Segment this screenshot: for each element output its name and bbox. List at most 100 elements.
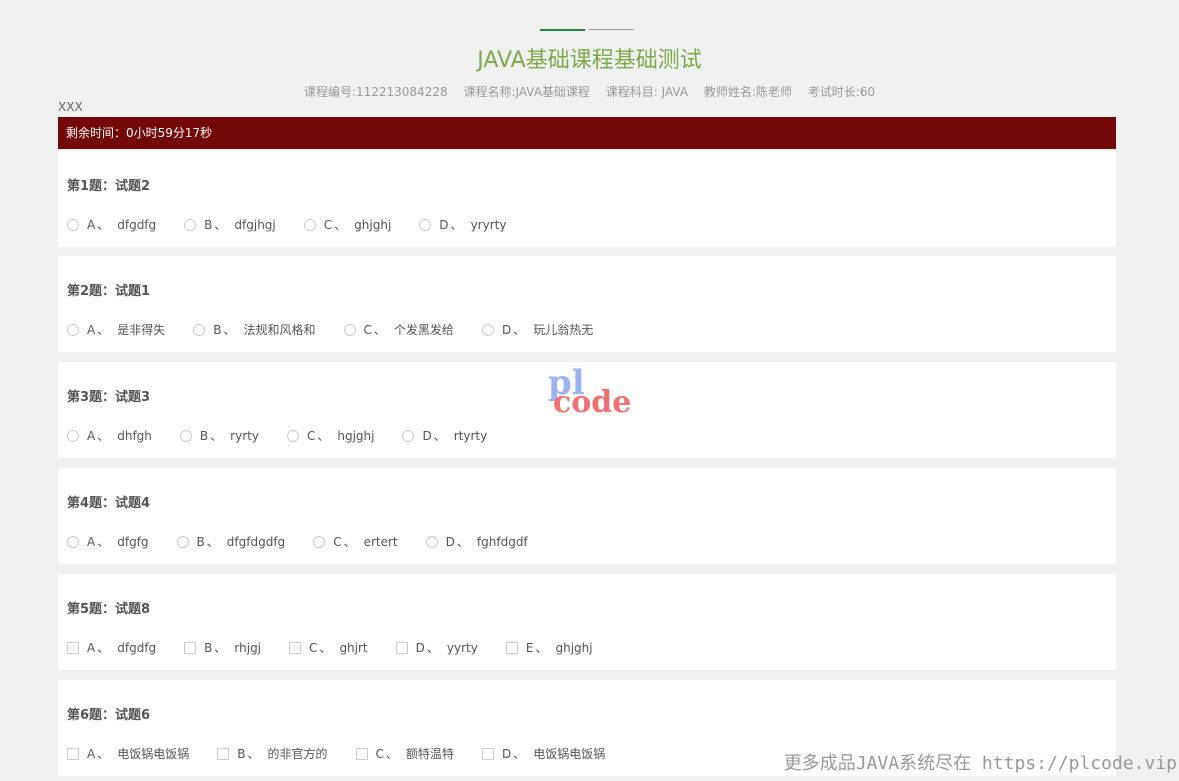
radio-button[interactable]	[313, 535, 326, 548]
option-letter: C	[306, 428, 316, 443]
option-letter: C	[363, 322, 372, 337]
checkbox[interactable]	[67, 641, 79, 654]
option-group: A、 dfgdfg B、 rhjgj C、 ghjrt D、 yyrty E、 ghjghj	[67, 639, 621, 657]
option-b[interactable]: B、的非官方的	[217, 745, 328, 762]
radio-button[interactable]	[67, 323, 79, 336]
option-separator: 、	[223, 323, 236, 337]
option-b[interactable]: B、法规和风格和	[193, 321, 316, 338]
radio-button[interactable]	[481, 323, 494, 336]
course-code: 课程编号:112213084228	[303, 85, 448, 99]
option-text: dfgfdgdfg	[226, 534, 286, 549]
radio-button[interactable]	[402, 429, 415, 442]
option-separator: 、	[334, 218, 347, 232]
option-letter: A	[87, 217, 96, 232]
option-a[interactable]: A、 dfgfg	[67, 533, 149, 550]
checkbox[interactable]	[395, 641, 408, 654]
option-b[interactable]: B、 rhjgj	[184, 639, 261, 656]
question-title: 第1题：试题2	[67, 179, 151, 194]
option-c[interactable]: C、 hgjghj	[286, 427, 375, 444]
course-subject: 课程科目: JAVA	[605, 85, 689, 99]
option-letter: A	[87, 428, 96, 443]
option-letter: D	[501, 746, 512, 761]
question-card: 第2题：试题1 A、是非得失 B、法规和风格和 C、个发黑发给 D、玩儿翁热无	[58, 256, 1116, 352]
option-text: rhjgj	[234, 640, 262, 655]
option-letter: D	[501, 322, 512, 337]
radio-button[interactable]	[67, 218, 79, 231]
option-separator: 、	[214, 218, 227, 232]
radio-button[interactable]	[67, 429, 79, 442]
option-separator: 、	[206, 535, 219, 549]
option-d[interactable]: D、 fghfdgdf	[425, 533, 528, 550]
remaining-time-bar: 剩余时间：0小时59分17秒	[58, 117, 1116, 149]
option-separator: 、	[513, 747, 526, 761]
option-a[interactable]: A、 dfgdfg	[67, 639, 156, 656]
option-text: rtyrty	[453, 428, 488, 443]
option-separator: 、	[535, 641, 548, 655]
radio-button[interactable]	[184, 218, 197, 231]
checkbox[interactable]	[67, 747, 79, 760]
option-c[interactable]: C、个发黑发给	[343, 321, 454, 338]
option-letter: D	[445, 534, 455, 549]
checkbox[interactable]	[217, 747, 230, 760]
option-letter: B	[204, 217, 213, 232]
option-c[interactable]: C、 ghjrt	[289, 639, 368, 656]
option-text: 个发黑发给	[393, 323, 454, 337]
option-e[interactable]: E、 ghjghj	[505, 639, 593, 656]
option-c[interactable]: C、 ghjghj	[303, 216, 391, 233]
radio-button[interactable]	[425, 535, 438, 548]
question-title: 第3题：试题3	[67, 390, 151, 405]
checkbox[interactable]	[184, 641, 197, 654]
option-a[interactable]: A、电饭锅电饭锅	[67, 745, 189, 762]
question-title: 第2题：试题1	[67, 284, 151, 299]
option-letter: C	[309, 640, 318, 655]
option-letter: B	[213, 322, 222, 337]
option-c[interactable]: C、 ertert	[313, 533, 398, 550]
option-text: ryrty	[230, 428, 259, 443]
option-separator: 、	[456, 535, 469, 549]
option-d[interactable]: D、电饭锅电饭锅	[481, 745, 605, 762]
option-letter: B	[204, 640, 213, 655]
option-b[interactable]: B、 ryrty	[179, 427, 259, 444]
radio-button[interactable]	[179, 429, 192, 442]
radio-button[interactable]	[193, 323, 206, 336]
option-separator: 、	[247, 747, 260, 761]
option-separator: 、	[97, 747, 110, 761]
radio-button[interactable]	[343, 323, 356, 336]
option-letter: D	[422, 428, 432, 443]
option-separator: 、	[97, 218, 110, 232]
checkbox[interactable]	[505, 641, 518, 654]
option-a[interactable]: A、 dfgdfg	[67, 216, 156, 233]
radio-button[interactable]	[176, 535, 189, 548]
option-text: 玩儿翁热无	[533, 323, 594, 337]
exam-duration: 考试时长:60	[807, 85, 876, 99]
title-line-gray	[589, 29, 634, 30]
checkbox[interactable]	[289, 641, 302, 654]
option-c[interactable]: C、额特温特	[355, 745, 454, 762]
radio-button[interactable]	[67, 535, 79, 548]
option-b[interactable]: B、 dfgfdgdfg	[176, 533, 286, 550]
option-text: yyrty	[446, 640, 478, 655]
option-b[interactable]: B、 dfgjhgj	[184, 216, 276, 233]
title-decoration	[540, 29, 635, 31]
option-a[interactable]: A、是非得失	[67, 321, 165, 338]
option-letter: A	[87, 640, 96, 655]
option-text: 是非得失	[117, 323, 166, 337]
option-separator: 、	[317, 429, 330, 443]
radio-button[interactable]	[419, 218, 432, 231]
radio-button[interactable]	[286, 429, 299, 442]
option-d[interactable]: D、 yryrty	[419, 216, 506, 233]
option-d[interactable]: D、 yyrty	[395, 639, 478, 656]
option-a[interactable]: A、 dhfgh	[67, 427, 152, 444]
checkbox[interactable]	[355, 747, 368, 760]
radio-button[interactable]	[303, 218, 316, 231]
option-text: hgjghj	[337, 428, 375, 443]
option-d[interactable]: D、玩儿翁热无	[481, 321, 594, 338]
question-title: 第6题：试题6	[67, 708, 151, 723]
option-text: ghjrt	[339, 640, 368, 655]
checkbox[interactable]	[481, 747, 494, 760]
option-letter: B	[237, 746, 246, 761]
option-separator: 、	[450, 218, 463, 232]
option-d[interactable]: D、 rtyrty	[402, 427, 487, 444]
option-letter: D	[439, 217, 449, 232]
option-letter: B	[199, 428, 209, 443]
